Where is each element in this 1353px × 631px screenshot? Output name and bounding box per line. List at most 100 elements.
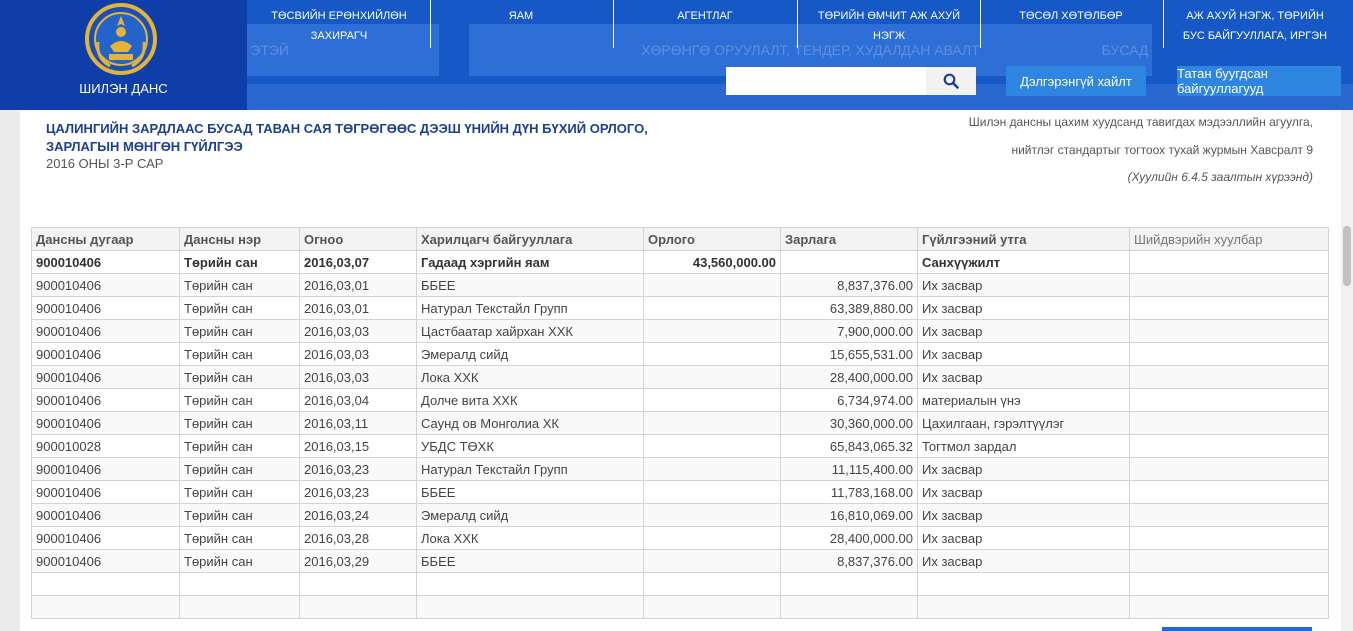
cell-date: 2016,03,23: [299, 480, 417, 504]
cell-account-number: 900010406: [31, 388, 180, 412]
cell-expense: [780, 595, 918, 619]
cell-counterparty: Натурал Текстайл Групп: [416, 457, 644, 481]
cell-decision-copy[interactable]: [1129, 250, 1329, 274]
column-header-decision-copy: Шийдвэрийн хуулбар: [1129, 227, 1329, 251]
cell-decision-copy[interactable]: [1129, 549, 1329, 573]
cell-account-name: Төрийн сан: [179, 296, 300, 320]
cell-account-number: 900010406: [31, 480, 180, 504]
cell-income: [643, 549, 781, 573]
cell-counterparty: ББЕЕ: [416, 480, 644, 504]
table-row: 900010406 Төрийн сан 2016,03,24 Эмералд сий…: [31, 503, 1329, 527]
cell-date: [299, 572, 417, 596]
search-button[interactable]: [926, 67, 976, 95]
cell-counterparty: Цастбаатар хайрхан ХХК: [416, 319, 644, 343]
table-row: 900010406 Төрийн сан 2016,03,23 Натурал Тек…: [31, 457, 1329, 481]
nav-item-state-enterprises[interactable]: ТӨРИЙН ӨМЧИТ АЖ АХУЙ НЭГЖ: [806, 6, 972, 46]
column-header-account-number: Дансны дугаар: [31, 227, 180, 251]
cell-decision-copy[interactable]: [1129, 457, 1329, 481]
table-row: 900010406 Төрийн сан 2016,03,01 Натурал Тек…: [31, 296, 1329, 320]
cell-account-name: Төрийн сан: [179, 434, 300, 458]
cell-decision-copy[interactable]: [1129, 503, 1329, 527]
cell-income: [643, 319, 781, 343]
cell-description: Их засвар: [917, 273, 1130, 297]
table-row: 900010406 Төрийн сан 2016,03,01 ББЕЕ 8,837,3…: [31, 273, 1329, 297]
cell-decision-copy[interactable]: [1129, 526, 1329, 550]
cell-income: [643, 365, 781, 389]
cell-account-number: 900010406: [31, 526, 180, 550]
cell-decision-copy[interactable]: [1129, 273, 1329, 297]
table-row: 900010406 Төрийн сан 2016,03,03 Эмералд сий…: [31, 342, 1329, 366]
search-input[interactable]: [726, 67, 926, 95]
cell-date: 2016,03,24: [299, 503, 417, 527]
cell-description: Их засвар: [917, 480, 1130, 504]
cell-decision-copy[interactable]: [1129, 388, 1329, 412]
cell-decision-copy[interactable]: [1129, 319, 1329, 343]
cell-expense: 6,734,974.00: [780, 388, 918, 412]
cell-counterparty: Лока ХХК: [416, 526, 644, 550]
cell-account-name: Төрийн сан: [179, 457, 300, 481]
cell-account-number: 900010406: [31, 273, 180, 297]
cell-expense: 15,655,531.00: [780, 342, 918, 366]
table-body: 900010406 Төрийн сан 2016,03,07 Гадаад хэрг…: [31, 250, 1329, 619]
cell-income: [643, 388, 781, 412]
table-row: 900010406 Төрийн сан 2016,03,03 Лока ХХК 28,…: [31, 365, 1329, 389]
cell-counterparty: [416, 572, 644, 596]
scrollbar[interactable]: [1341, 110, 1353, 631]
cell-date: 2016,03,29: [299, 549, 417, 573]
cell-description: [917, 572, 1130, 596]
cell-income: [643, 595, 781, 619]
nav-item-projects[interactable]: ТӨСӨЛ ХӨТӨЛБӨР: [1002, 6, 1140, 46]
cell-expense: 11,115,400.00: [780, 457, 918, 481]
cell-description: Тогтмол зардал: [917, 434, 1130, 458]
column-header-account-name: Дансны нэр: [179, 227, 300, 251]
logo[interactable]: ШИЛЭН ДАНС: [0, 0, 247, 110]
cell-description: Их засвар: [917, 457, 1130, 481]
cell-decision-copy[interactable]: [1129, 296, 1329, 320]
cell-counterparty: Саунд ов Монголиа ХК: [416, 411, 644, 435]
cell-counterparty: Лока ХХК: [416, 365, 644, 389]
logo-text: ШИЛЭН ДАНС: [79, 81, 168, 96]
cell-decision-copy[interactable]: [1129, 365, 1329, 389]
table-row: 900010406 Төрийн сан 2016,03,07 Гадаад хэрг…: [31, 250, 1329, 274]
cell-account-name: Төрийн сан: [179, 319, 300, 343]
nav-divider: [980, 0, 981, 48]
cell-decision-copy[interactable]: [1129, 572, 1329, 596]
nav-item-entities-ngos[interactable]: АЖ АХУЙ НЭГЖ, ТӨРИЙН БУС БАЙГУУЛЛАГА, ИР…: [1175, 6, 1335, 46]
cell-account-number: 900010028: [31, 434, 180, 458]
cell-expense: [780, 572, 918, 596]
cell-description: Их засвар: [917, 342, 1130, 366]
table-row: [31, 595, 1329, 619]
cell-counterparty: Эмералд сийд: [416, 342, 644, 366]
cell-counterparty: ББЕЕ: [416, 549, 644, 573]
nav-item-agencies[interactable]: АГЕНТЛАГ: [636, 6, 774, 46]
nav-item-budget-governors[interactable]: ТӨСВИЙН ЕРӨНХИЙЛӨН ЗАХИРАГЧ: [270, 6, 408, 46]
cell-expense: 63,389,880.00: [780, 296, 918, 320]
cell-decision-copy[interactable]: [1129, 411, 1329, 435]
cell-description: Их засвар: [917, 503, 1130, 527]
cell-income: [643, 273, 781, 297]
cell-description: Их засвар: [917, 296, 1130, 320]
cell-counterparty: Натурал Текстайл Групп: [416, 296, 644, 320]
state-emblem-icon: [85, 3, 157, 75]
cell-account-name: Төрийн сан: [179, 250, 300, 274]
cell-description: Их засвар: [917, 549, 1130, 573]
cell-expense: 16,810,069.00: [780, 503, 918, 527]
cell-decision-copy[interactable]: [1129, 480, 1329, 504]
nav-item-ministries[interactable]: ЯАМ: [452, 6, 590, 46]
table-row: 900010028 Төрийн сан 2016,03,15 УБДС ТӨХК 65…: [31, 434, 1329, 458]
report-title: ЦАЛИНГИЙН ЗАРДЛААС БУСАД ТАВАН САЯ ТӨГРӨ…: [46, 121, 648, 154]
cell-date: 2016,03,01: [299, 296, 417, 320]
cell-account-name: [179, 572, 300, 596]
advanced-search-button[interactable]: Дэлгэрэнгүй хайлт: [1006, 66, 1146, 96]
cell-description: Санхүүжилт: [917, 250, 1130, 274]
cell-counterparty: Долче вита ХХК: [416, 388, 644, 412]
cell-decision-copy[interactable]: [1129, 595, 1329, 619]
table-header-row: Дансны дугаар Дансны нэр Огноо Харилцагч…: [31, 227, 1329, 251]
liquidated-organizations-button[interactable]: Татан буугдсан байгууллагууд: [1177, 66, 1341, 96]
cell-decision-copy[interactable]: [1129, 342, 1329, 366]
cell-decision-copy[interactable]: [1129, 434, 1329, 458]
cell-date: 2016,03,23: [299, 457, 417, 481]
scrollbar-thumb[interactable]: [1343, 226, 1351, 286]
cell-description: Их засвар: [917, 365, 1130, 389]
cell-date: 2016,03,03: [299, 365, 417, 389]
